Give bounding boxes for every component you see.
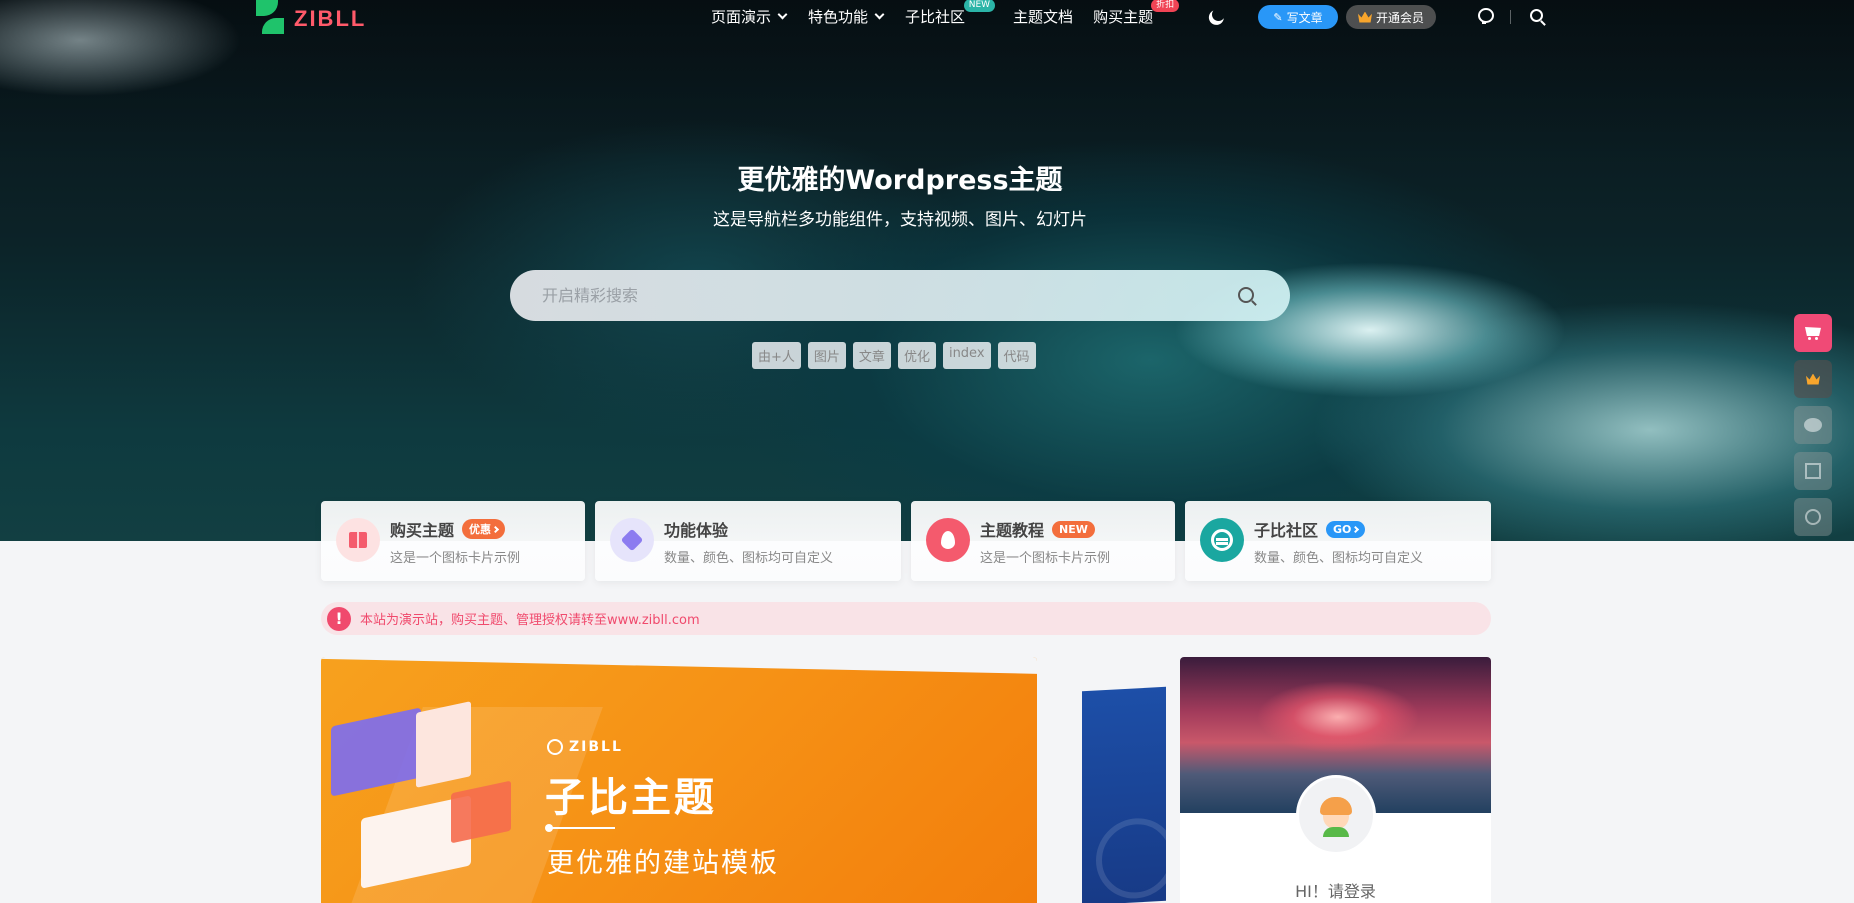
main-menu: 页面演示 特色功能 子比社区 NEW 主题文档 购买主题 折扣 [711,0,1180,27]
crown-icon [1806,374,1820,385]
wechat-icon [1804,418,1822,432]
icon-cards-row: 购买主题 优惠 这是一个图标卡片示例 功能体验 数量、颜色、图标均可自定义 主题… [321,501,1491,581]
site-logo[interactable]: ZIBLL [256,0,366,34]
search-tag[interactable]: index [942,342,991,369]
globe-icon [1211,529,1233,551]
new-badge: NEW [963,0,996,12]
banner-slogan: 更优雅的建站模板 [547,848,779,879]
card-desc: 数量、颜色、图标均可自定义 [664,551,834,566]
default-avatar-icon [1320,797,1352,837]
notice-bar: ! 本站为演示站，购买主题、管理授权请转至www.zibll.com [321,602,1491,635]
logo-circle-icon [547,739,563,755]
wordpress-icon [1096,816,1166,901]
logo-text: ZIBLL [294,6,367,31]
card-icon-bg [1200,518,1244,562]
icon-card-features[interactable]: 功能体验 数量、颜色、图标均可自定义 [595,501,901,581]
menu-item-page-demo[interactable]: 页面演示 [711,6,788,27]
banner-title: 子比主题 [545,775,717,821]
float-wechat-button[interactable] [1794,406,1832,444]
card-title: 主题教程 [980,521,1045,540]
gift-icon [349,532,367,548]
cart-icon [1805,327,1821,340]
card-title: 子比社区 [1254,521,1319,540]
fire-icon [941,531,955,549]
search-tag[interactable]: 文章 [852,342,891,369]
illustration-phone [416,701,471,788]
card-title: 功能体验 [664,521,729,540]
vip-label: 开通会员 [1375,10,1424,25]
hot-search-tags: 由+人 图片 文章 优化 index 代码 [752,342,1036,369]
search-tag[interactable]: 代码 [997,342,1036,369]
card-pill: 优惠 [462,519,506,539]
logo-mark-icon [256,0,288,34]
icon-card-tutorial[interactable]: 主题教程 NEW 这是一个图标卡片示例 [911,501,1175,581]
search-tag[interactable]: 优化 [897,342,936,369]
card-icon-bg [336,518,380,562]
card-pill: GO [1326,520,1366,538]
float-vip-button[interactable] [1794,360,1832,398]
hero-search-input[interactable] [542,270,1202,321]
search-icon[interactable] [1238,287,1254,303]
write-label: 写文章 [1286,10,1323,25]
hero-title: 更优雅的Wordpress主题 [737,165,1063,196]
card-desc: 这是一个图标卡片示例 [390,551,521,566]
card-desc: 数量、颜色、图标均可自定义 [1254,551,1424,566]
arrow-right-icon [1352,525,1360,533]
service-icon [1805,509,1821,525]
card-icon-bg [610,518,654,562]
menu-item-docs[interactable]: 主题文档 [1013,6,1073,27]
float-qrcode-button[interactable] [1794,452,1832,490]
diamond-icon [620,528,644,552]
arrow-right-icon [491,525,500,533]
banner-divider [545,824,615,832]
menu-label: 购买主题 [1093,8,1154,26]
menu-item-community[interactable]: 子比社区 NEW [905,0,996,27]
menu-item-features[interactable]: 特色功能 [808,6,885,27]
menu-label: 页面演示 [711,8,772,26]
lightbulb-icon[interactable] [1478,8,1494,24]
qrcode-icon [1805,463,1821,479]
login-greeting[interactable]: HI！请登录 [1180,878,1491,902]
card-pill: NEW [1052,520,1095,538]
dark-mode-moon-icon[interactable] [1210,6,1227,23]
search-tag[interactable]: 图片 [807,342,846,369]
chevron-down-icon [874,9,885,20]
banner-top-cut [321,657,1037,677]
card-title: 购买主题 [390,521,455,540]
avatar[interactable] [1296,775,1376,855]
chevron-down-icon [777,9,788,20]
crown-icon [1358,12,1372,23]
float-service-button[interactable] [1794,498,1832,536]
menu-label: 子比社区 [905,8,966,26]
icon-card-community[interactable]: 子比社区 GO 数量、颜色、图标均可自定义 [1185,501,1491,581]
float-cart-button[interactable] [1794,314,1832,352]
notice-text[interactable]: 本站为演示站，购买主题、管理授权请转至www.zibll.com [360,609,700,628]
write-article-button[interactable]: ✎ 写文章 [1258,5,1338,29]
hero-subtitle: 这是导航栏多功能组件，支持视频、图片、幻灯片 [713,210,1087,230]
menu-label: 特色功能 [808,8,869,26]
banner-logo: ZIBLL [547,739,623,755]
menu-item-buy[interactable]: 购买主题 折扣 [1093,0,1180,27]
open-vip-button[interactable]: 开通会员 [1346,5,1436,29]
slider-next-preview[interactable] [1082,686,1166,903]
search-tag[interactable]: 由+人 [752,342,801,369]
exclamation-icon: ! [327,606,351,631]
search-icon[interactable] [1530,9,1543,22]
nav-divider [1510,10,1511,24]
icon-card-buy[interactable]: 购买主题 优惠 这是一个图标卡片示例 [321,501,585,581]
sale-badge: 折扣 [1151,0,1180,12]
slider-banner[interactable]: ZIBLL 子比主题 更优雅的建站模板 [321,657,1037,903]
user-login-card: HI！请登录 [1180,657,1491,903]
card-desc: 这是一个图标卡片示例 [980,551,1111,566]
top-navbar: ZIBLL 页面演示 特色功能 子比社区 NEW 主题文档 购买主题 折扣 ✎ … [0,0,1854,34]
card-icon-bg [926,518,970,562]
hero-search-box [510,270,1290,321]
pencil-icon: ✎ [1273,10,1283,24]
menu-label: 主题文档 [1013,8,1074,26]
